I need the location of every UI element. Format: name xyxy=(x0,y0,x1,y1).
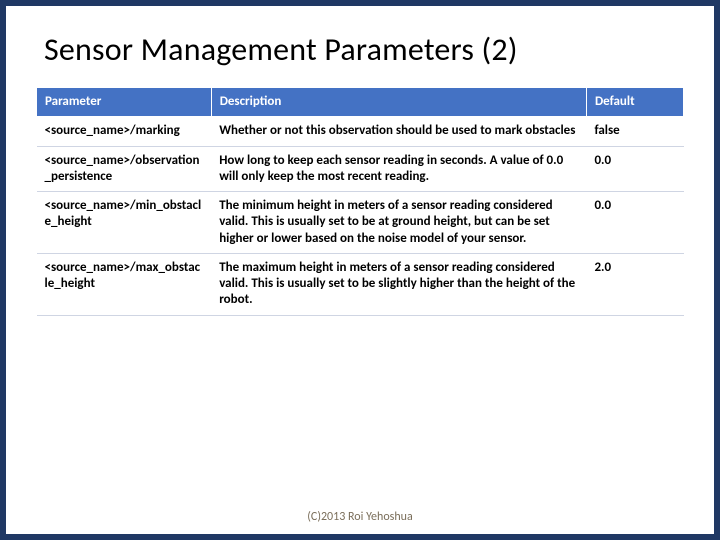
cell-def: 2.0 xyxy=(586,253,683,315)
table-row: <source_name>/observation_persistence Ho… xyxy=(37,146,684,192)
cell-desc: How long to keep each sensor reading in … xyxy=(211,146,586,192)
table-row: <source_name>/max_obstacle_height The ma… xyxy=(37,253,684,315)
table-row: <source_name>/marking Whether or not thi… xyxy=(37,117,684,146)
cell-def: 0.0 xyxy=(586,192,683,254)
cell-desc: The maximum height in meters of a sensor… xyxy=(211,253,586,315)
slide-frame: Sensor Management Parameters (2) Paramet… xyxy=(0,0,720,540)
cell-desc: The minimum height in meters of a sensor… xyxy=(211,192,586,254)
cell-def: false xyxy=(586,117,683,146)
col-header-description: Description xyxy=(211,88,586,117)
table-header-row: Parameter Description Default xyxy=(37,88,684,117)
cell-def: 0.0 xyxy=(586,146,683,192)
footer-copyright: (C)2013 Roi Yehoshua xyxy=(6,510,714,524)
page-title: Sensor Management Parameters (2) xyxy=(44,30,684,69)
table-row: <source_name>/min_obstacle_height The mi… xyxy=(37,192,684,254)
cell-param: <source_name>/min_obstacle_height xyxy=(37,192,212,254)
cell-param: <source_name>/max_obstacle_height xyxy=(37,253,212,315)
parameter-table: Parameter Description Default <source_na… xyxy=(36,87,684,316)
col-header-default: Default xyxy=(586,88,683,117)
cell-param: <source_name>/marking xyxy=(37,117,212,146)
col-header-parameter: Parameter xyxy=(37,88,212,117)
cell-desc: Whether or not this observation should b… xyxy=(211,117,586,146)
cell-param: <source_name>/observation_persistence xyxy=(37,146,212,192)
